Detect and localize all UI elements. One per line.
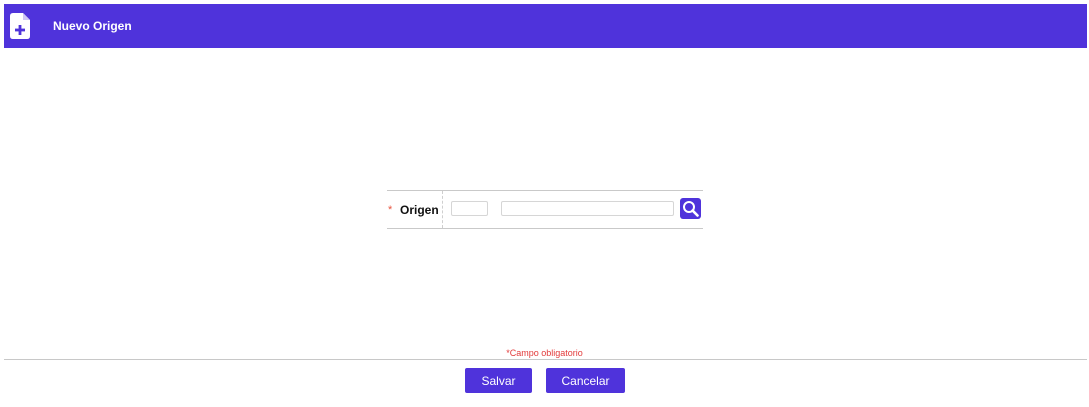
origin-label: Origen [400,203,439,217]
new-document-icon [10,13,30,39]
required-field-note: *Campo obligatorio [506,348,583,358]
cancel-button[interactable]: Cancelar [546,368,625,393]
origin-label-cell: * Origen [387,191,443,228]
header-bar: Nuevo Origen [4,4,1087,48]
required-asterisk: * [388,204,393,216]
save-button[interactable]: Salvar [465,368,532,393]
origin-search-button[interactable] [680,198,701,219]
search-icon [683,201,699,217]
footer-divider [4,359,1087,360]
origin-description-input[interactable] [501,201,674,216]
origin-form-row: * Origen [387,190,703,229]
page-title: Nuevo Origen [53,19,132,33]
origin-code-input[interactable] [451,201,488,216]
